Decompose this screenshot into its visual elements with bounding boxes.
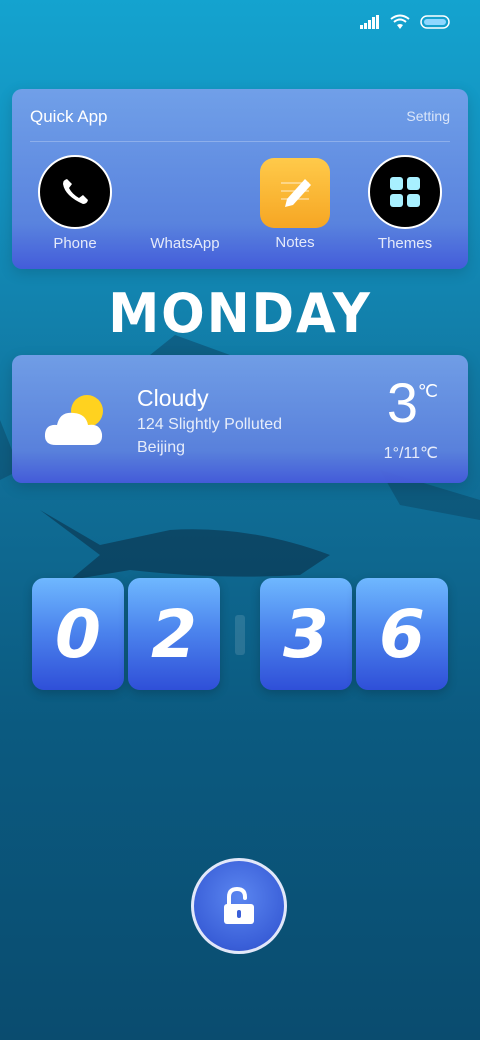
whatsapp-icon-placeholder — [130, 155, 240, 229]
app-label: Themes — [377, 235, 433, 252]
temperature-unit: ℃ — [417, 381, 438, 401]
app-notes[interactable]: Notes — [240, 155, 350, 251]
quick-app-title: Quick App — [30, 107, 108, 126]
battery-icon — [420, 15, 450, 29]
app-phone[interactable]: Phone — [20, 155, 130, 252]
phone-icon — [38, 155, 112, 229]
themes-icon — [368, 155, 442, 229]
app-label: WhatsApp — [150, 235, 220, 252]
app-label: Phone — [53, 235, 97, 252]
clock-separator — [235, 615, 245, 655]
notes-icon — [260, 158, 330, 228]
temperature-range: 1°/11℃ — [383, 445, 438, 462]
status-bar — [360, 14, 450, 30]
day-of-week: MONDAY — [108, 282, 372, 345]
current-temperature: 3 — [386, 371, 418, 434]
quick-app-setting-link[interactable]: Setting — [406, 108, 450, 124]
quick-app-widget: Quick App Setting Phone WhatsApp Notes T… — [12, 89, 468, 269]
clock-hour-ones: 2 — [128, 578, 220, 690]
app-whatsapp[interactable]: WhatsApp — [130, 155, 240, 252]
divider — [30, 141, 450, 142]
clock-minute-tens: 3 — [260, 578, 352, 690]
wifi-icon — [390, 14, 410, 29]
unlock-button[interactable] — [191, 858, 287, 954]
air-quality: 124 Slightly Polluted — [137, 416, 282, 433]
weather-condition: Cloudy — [137, 385, 209, 411]
partly-cloudy-icon — [44, 395, 103, 445]
weather-city: Beijing — [137, 439, 186, 456]
app-themes[interactable]: Themes — [350, 155, 460, 252]
clock-hour-tens: 0 — [32, 578, 124, 690]
app-label: Notes — [275, 234, 315, 251]
unlock-icon — [224, 886, 254, 924]
clock-minute-ones: 6 — [356, 578, 448, 690]
signal-icon — [360, 15, 379, 29]
weather-widget[interactable]: Cloudy 124 Slightly Polluted Beijing 3 ℃… — [12, 355, 468, 483]
